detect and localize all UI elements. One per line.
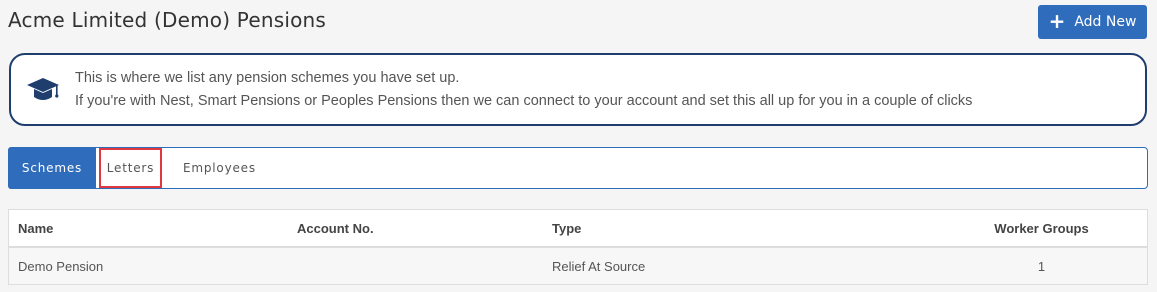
- add-new-button[interactable]: + Add New: [1038, 5, 1147, 39]
- plus-icon: +: [1048, 9, 1066, 33]
- info-line-1: This is where we list any pension scheme…: [75, 69, 460, 86]
- page-title: Acme Limited (Demo) Pensions: [8, 8, 327, 32]
- table-row[interactable]: Demo Pension Relief At Source 1: [9, 247, 1147, 284]
- tab-schemes[interactable]: Schemes: [8, 147, 96, 189]
- column-header-name[interactable]: Name: [9, 210, 288, 248]
- cell-account-no: [288, 247, 543, 284]
- tab-bar: Schemes Letters Employees: [8, 147, 1148, 189]
- cell-type: Relief At Source: [543, 247, 936, 284]
- info-line-2: If you're with Nest, Smart Pensions or P…: [75, 92, 973, 109]
- add-new-label: Add New: [1074, 14, 1137, 30]
- column-header-account-no[interactable]: Account No.: [288, 210, 543, 248]
- column-header-worker-groups[interactable]: Worker Groups: [936, 210, 1147, 248]
- info-box: This is where we list any pension scheme…: [9, 53, 1147, 126]
- tab-employees[interactable]: Employees: [183, 148, 256, 188]
- cell-worker-groups: 1: [936, 247, 1147, 284]
- info-text: This is where we list any pension scheme…: [75, 67, 972, 113]
- schemes-table: Name Account No. Type Worker Groups Demo…: [8, 209, 1148, 285]
- tab-letters[interactable]: Letters: [99, 148, 162, 188]
- cell-name[interactable]: Demo Pension: [9, 247, 288, 284]
- column-header-type[interactable]: Type: [543, 210, 936, 248]
- table-header-row: Name Account No. Type Worker Groups: [9, 210, 1147, 248]
- graduation-cap-icon: [27, 77, 59, 100]
